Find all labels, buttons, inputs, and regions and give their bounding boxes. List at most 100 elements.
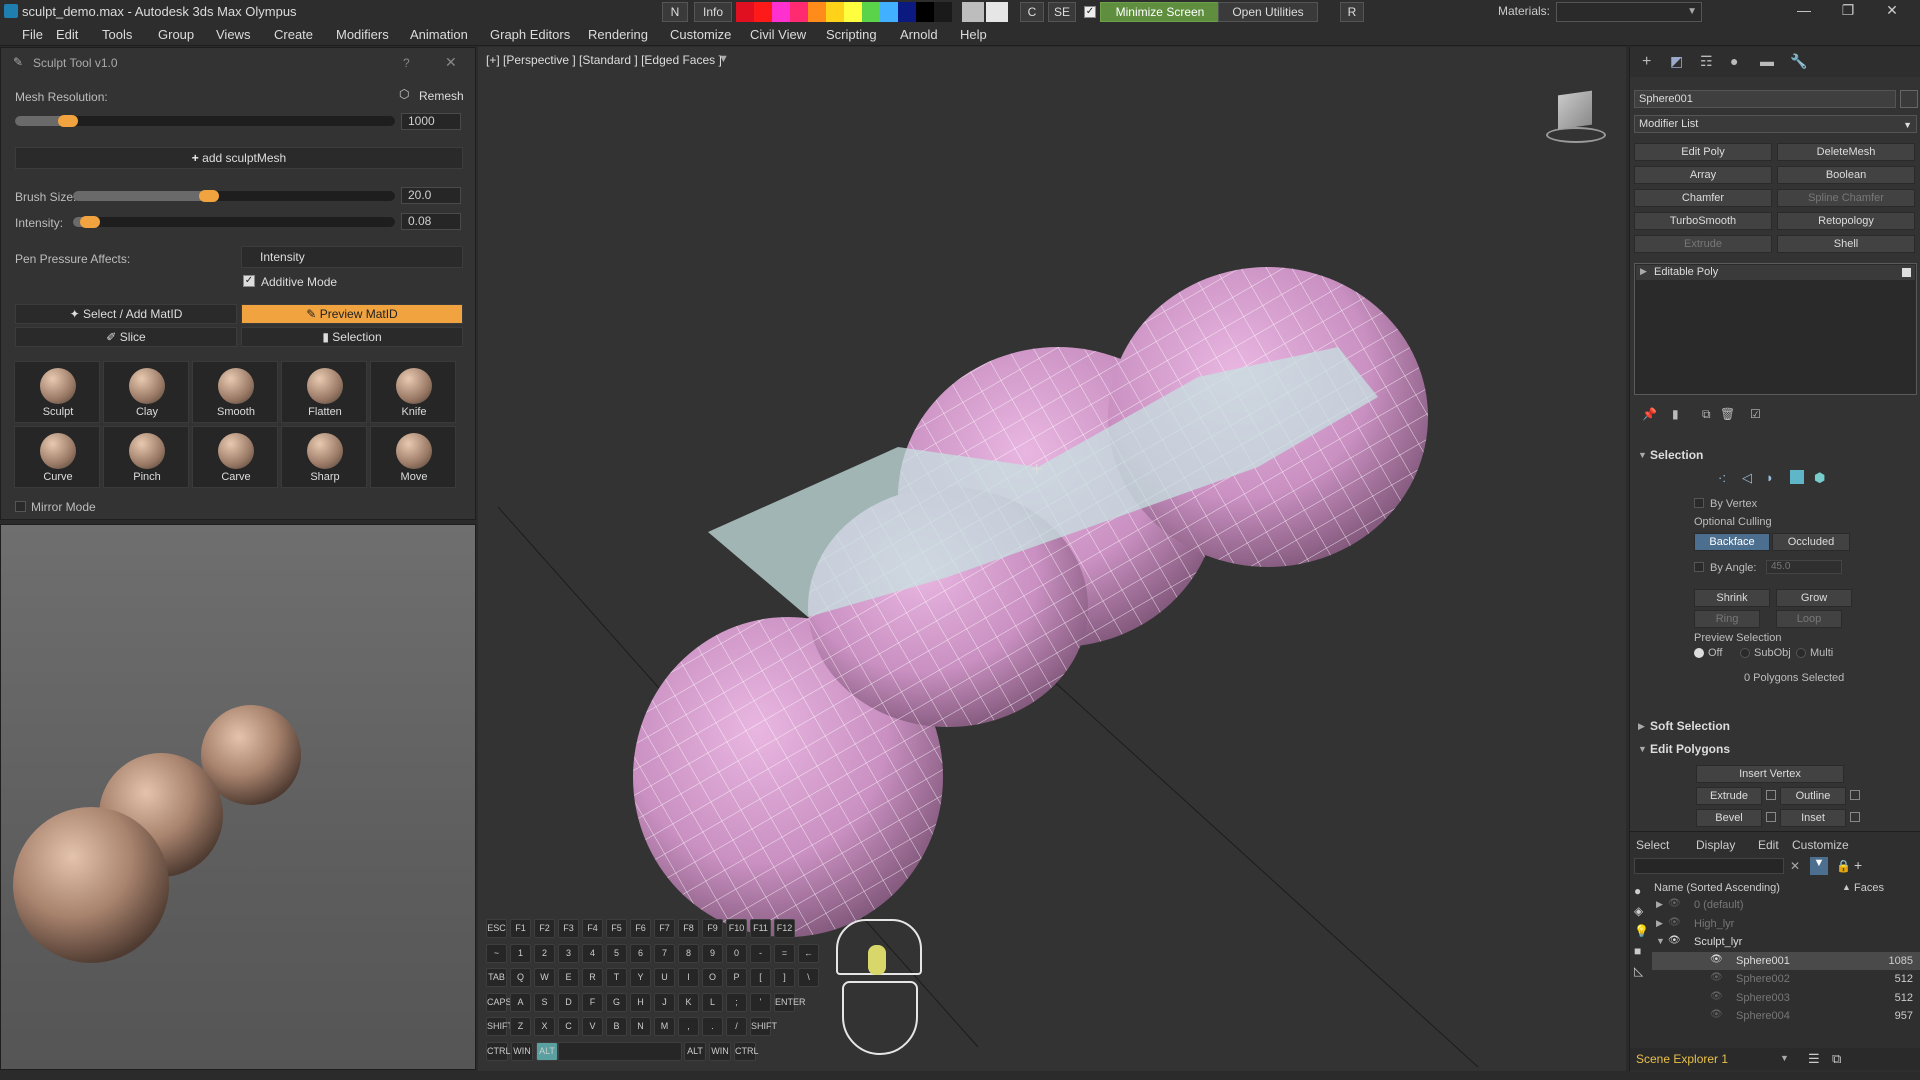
modifier-spline-chamfer-button[interactable]: Spline Chamfer: [1777, 189, 1915, 207]
stack-item-toggle[interactable]: [1902, 268, 1911, 277]
motion-tab-icon[interactable]: ●: [1730, 53, 1738, 69]
menu-group[interactable]: Group: [158, 27, 194, 42]
display-tab-icon[interactable]: ▬: [1760, 53, 1774, 69]
bevel-settings-icon[interactable]: [1766, 812, 1776, 822]
table-row[interactable]: 👁 Sphere001 1085: [1652, 951, 1920, 970]
table-row[interactable]: 👁 Sphere004 957: [1652, 1007, 1920, 1025]
by-angle-field[interactable]: 45.0: [1766, 560, 1842, 574]
visibility-icon[interactable]: 👁: [1710, 972, 1723, 983]
perspective-viewport[interactable]: [+] [Perspective ] [Standard ] [Edged Fa…: [478, 47, 1626, 1071]
grey-swatch[interactable]: [962, 2, 984, 22]
color-swatch[interactable]: [790, 2, 808, 22]
visibility-icon[interactable]: 👁: [1668, 898, 1681, 909]
border-icon[interactable]: ◗: [1766, 470, 1774, 485]
slider-knob[interactable]: [80, 216, 100, 228]
menu-rendering[interactable]: Rendering: [588, 27, 648, 42]
object-name-field[interactable]: Sphere001: [1634, 90, 1896, 108]
modifier-chamfer-button[interactable]: Chamfer: [1634, 189, 1772, 207]
mesh-resolution-field[interactable]: 1000: [401, 113, 461, 130]
color-swatch[interactable]: [862, 2, 880, 22]
tool-pinch[interactable]: Pinch: [103, 426, 189, 488]
visibility-icon[interactable]: 👁: [1710, 954, 1723, 965]
table-row[interactable]: ▼ 👁 Sculpt_lyr: [1652, 933, 1920, 951]
color-swatch[interactable]: [880, 2, 898, 22]
expand-icon[interactable]: ▶: [1638, 721, 1645, 732]
preview-subobj-radio[interactable]: [1740, 648, 1750, 658]
selection-rollout-title[interactable]: Selection: [1650, 448, 1703, 462]
brush-size-slider[interactable]: [73, 190, 395, 202]
tool-smooth[interactable]: Smooth: [192, 361, 278, 423]
modify-tab-icon[interactable]: ◩: [1670, 53, 1683, 70]
menu-graph-editors[interactable]: Graph Editors: [490, 27, 570, 42]
intensity-field[interactable]: 0.08: [401, 213, 461, 230]
layers-icon[interactable]: ☰: [1808, 1051, 1820, 1067]
menu-help[interactable]: Help: [960, 27, 987, 42]
edit-polygons-rollout-title[interactable]: Edit Polygons: [1650, 742, 1730, 756]
visibility-icon[interactable]: 👁: [1710, 1009, 1723, 1020]
restore-window-icon[interactable]: ❐: [1828, 2, 1868, 22]
loop-button[interactable]: Loop: [1776, 610, 1842, 628]
pin-stack-icon[interactable]: 📌: [1642, 407, 1657, 421]
extrude-poly-button[interactable]: Extrude: [1696, 787, 1762, 805]
edge-icon[interactable]: ◁: [1742, 470, 1752, 486]
color-swatch[interactable]: [826, 2, 844, 22]
menu-edit[interactable]: Edit: [56, 27, 78, 42]
slider-knob[interactable]: [199, 190, 219, 202]
inset-button[interactable]: Inset: [1780, 809, 1846, 827]
tool-sharp[interactable]: Sharp: [281, 426, 367, 488]
remesh-button[interactable]: ⬡ Remesh: [397, 84, 464, 106]
selection-button[interactable]: ▮ Selection: [241, 327, 463, 347]
by-angle-checkbox[interactable]: [1694, 562, 1704, 572]
modifier-edit-poly-button[interactable]: Edit Poly: [1634, 143, 1772, 161]
table-row[interactable]: 👁 Sphere003 512: [1652, 989, 1920, 1007]
info-button[interactable]: Info: [694, 2, 732, 22]
by-vertex-checkbox[interactable]: [1694, 498, 1704, 508]
tool-sculpt[interactable]: Sculpt: [14, 361, 100, 423]
menu-customize[interactable]: Customize: [670, 27, 731, 42]
occluded-button[interactable]: Occluded: [1772, 533, 1850, 551]
modifier-shell-button[interactable]: Shell: [1777, 235, 1915, 253]
menu-create[interactable]: Create: [274, 27, 313, 42]
modifier-extrude-button[interactable]: Extrude: [1634, 235, 1772, 253]
explorer-tab-select[interactable]: Select: [1636, 838, 1669, 852]
ring-button[interactable]: Ring: [1694, 610, 1760, 628]
lock-icon[interactable]: 🔒: [1836, 859, 1851, 873]
clear-search-icon[interactable]: ✕: [1790, 859, 1800, 873]
scene-search-input[interactable]: [1634, 858, 1784, 874]
expand-icon[interactable]: ▶: [1656, 899, 1663, 910]
element-icon[interactable]: ⬢: [1814, 470, 1825, 486]
tool-flatten[interactable]: Flatten: [281, 361, 367, 423]
color-swatch[interactable]: [808, 2, 826, 22]
outline-button[interactable]: Outline: [1780, 787, 1846, 805]
minimize-checkbox[interactable]: ✓: [1084, 6, 1096, 18]
menu-tools[interactable]: Tools: [102, 27, 132, 42]
expand-icon[interactable]: ▶: [1640, 266, 1647, 277]
utilities-tab-icon[interactable]: 🔧: [1790, 53, 1807, 70]
preview-multi-radio[interactable]: [1796, 648, 1806, 658]
display-objects-icon[interactable]: ●: [1634, 884, 1641, 898]
n-button[interactable]: N: [662, 2, 688, 22]
color-swatch[interactable]: [898, 2, 916, 22]
intensity-slider[interactable]: [73, 216, 395, 228]
mesh-resolution-slider[interactable]: [15, 115, 395, 127]
menu-arnold[interactable]: Arnold: [900, 27, 938, 42]
table-row[interactable]: ▶ 👁 0 (default): [1652, 896, 1920, 914]
hierarchy-tab-icon[interactable]: ☶: [1700, 53, 1713, 70]
close-icon[interactable]: ✕: [445, 54, 457, 71]
outline-settings-icon[interactable]: [1850, 790, 1860, 800]
visibility-icon[interactable]: 👁: [1668, 917, 1681, 928]
modifier-boolean-button[interactable]: Boolean: [1777, 166, 1915, 184]
minimize-window-icon[interactable]: —: [1784, 2, 1824, 22]
menu-modifiers[interactable]: Modifiers: [336, 27, 389, 42]
help-button[interactable]: ?: [403, 56, 410, 70]
menu-animation[interactable]: Animation: [410, 27, 468, 42]
brush-size-field[interactable]: 20.0: [401, 187, 461, 204]
menu-views[interactable]: Views: [216, 27, 250, 42]
minimize-screen-button[interactable]: Minimize Screen: [1100, 2, 1220, 22]
slice-button[interactable]: ✐ Slice: [15, 327, 237, 347]
slider-knob[interactable]: [58, 115, 78, 127]
hierarchy-icon[interactable]: ⧉: [1832, 1051, 1841, 1067]
tool-curve[interactable]: Curve: [14, 426, 100, 488]
bevel-button[interactable]: Bevel: [1696, 809, 1762, 827]
explorer-tab-display[interactable]: Display: [1696, 838, 1735, 852]
